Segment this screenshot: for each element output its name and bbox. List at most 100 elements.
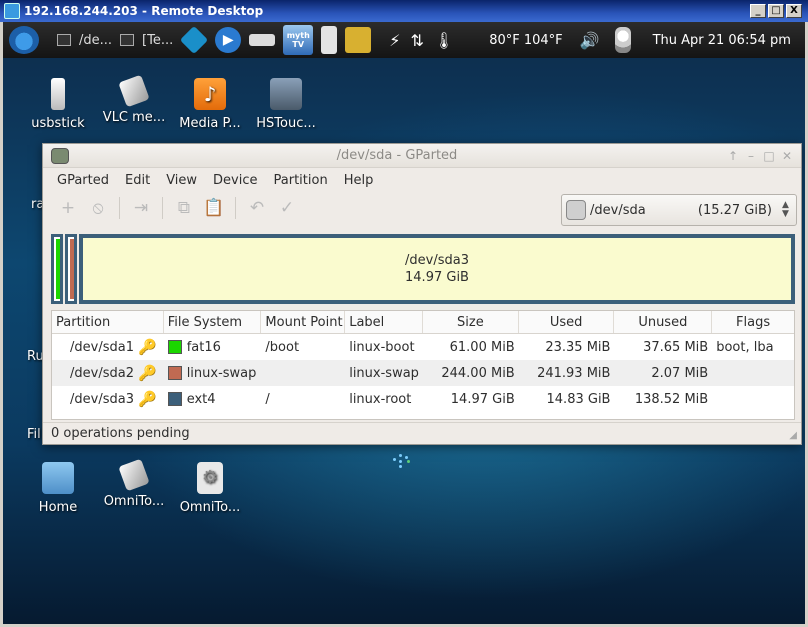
remote-icon[interactable] <box>249 34 276 46</box>
desktop-icon-vlc[interactable]: VLC me... <box>91 74 177 125</box>
desktop-icon-label: OmniTo... <box>179 500 241 515</box>
desktop-icon-usbstick[interactable]: usbstick <box>15 78 101 131</box>
table-row[interactable]: /dev/sda1 🔑 fat16 /boot linux-boot 61.00 … <box>52 334 794 360</box>
desktop[interactable]: /de... [Te... ▶ myth TV ⚡ ⇅ 🌡 80°F 104°F… <box>3 22 805 624</box>
table-row[interactable]: /dev/sda3 🔑 ext4 / linux-root 14.97 GiB 1… <box>52 386 794 412</box>
fs-color-swatch <box>167 340 182 354</box>
device-name: /dev/sda <box>590 202 646 218</box>
window-close-button[interactable]: ✕ <box>779 149 795 163</box>
desktop-icon-home[interactable]: Home <box>15 462 101 515</box>
toolbar-separator <box>235 197 236 219</box>
window-maximize-button[interactable]: □ <box>761 149 777 163</box>
filesystem: linux-swap <box>186 365 257 381</box>
map-partition-sda1[interactable] <box>51 234 63 304</box>
delete-partition-icon[interactable]: ⦸ <box>86 196 110 220</box>
column-header-mount-point[interactable]: Mount Point <box>261 311 346 333</box>
window-shade-button[interactable]: ↑ <box>725 149 741 163</box>
home-folder-icon <box>42 462 74 494</box>
clock[interactable]: Thu Apr 21 06:54 pm <box>653 33 791 48</box>
loading-spinner-icon <box>391 454 411 468</box>
map-partition-name: /dev/sda3 <box>405 253 469 268</box>
whisker-menu-icon[interactable] <box>9 26 39 54</box>
table-header: Partition File System Mount Point Label … <box>52 311 794 334</box>
partition-unused: 37.65 MiB <box>643 339 709 355</box>
network-arrows-icon: ⇅ <box>410 30 424 50</box>
ruler-icon[interactable] <box>321 26 338 54</box>
window-minimize-button[interactable]: – <box>743 149 759 163</box>
partition-unused: 138.52 MiB <box>634 391 709 407</box>
filesystem: fat16 <box>186 339 221 355</box>
mythtv-icon[interactable]: myth TV <box>283 25 314 55</box>
taskbar-item-terminal-2[interactable]: [Te... <box>116 26 177 54</box>
thermometer-icon: 🌡 <box>433 30 455 50</box>
partition-label: linux-root <box>349 391 412 407</box>
menu-gparted[interactable]: GParted <box>57 173 109 188</box>
rdp-title-bar[interactable]: 192.168.244.203 - Remote Desktop _ □ X <box>0 0 808 22</box>
taskbar-item-label: /de... <box>79 32 113 48</box>
apply-icon[interactable]: ✓ <box>275 196 299 220</box>
column-header-used[interactable]: Used <box>519 311 615 333</box>
kodi-icon[interactable] <box>180 25 209 55</box>
undo-icon[interactable]: ↶ <box>245 196 269 220</box>
column-header-label[interactable]: Label <box>345 311 423 333</box>
partition-name: /dev/sda1 <box>70 339 134 355</box>
settings-app-icon <box>270 78 302 110</box>
rdp-maximize-button[interactable]: □ <box>768 4 784 18</box>
disc-icon <box>118 458 150 492</box>
table-row[interactable]: /dev/sda2 🔑 linux-swap linux-swap 244.00 … <box>52 360 794 386</box>
column-header-unused[interactable]: Unused <box>614 311 713 333</box>
map-partition-sda3[interactable]: /dev/sda3 14.97 GiB <box>79 234 795 304</box>
partition-table: Partition File System Mount Point Label … <box>51 310 795 420</box>
rdp-minimize-button[interactable]: _ <box>750 4 766 18</box>
rdp-close-button[interactable]: X <box>786 4 802 18</box>
rdp-title: 192.168.244.203 - Remote Desktop <box>24 4 264 18</box>
gear-icon: ⚙ <box>197 462 223 494</box>
gparted-title-bar[interactable]: /dev/sda - GParted ↑ – □ ✕ <box>43 144 801 168</box>
speaker-icon[interactable]: 🔊 <box>580 31 600 50</box>
partition-name: /dev/sda2 <box>70 365 134 381</box>
paste-icon[interactable]: 📋 <box>202 196 226 220</box>
desktop-icon-omnitouch-1[interactable]: OmniTo... <box>91 458 177 509</box>
top-panel: /de... [Te... ▶ myth TV ⚡ ⇅ 🌡 80°F 104°F… <box>3 22 805 58</box>
map-partition-sda2[interactable] <box>65 234 77 304</box>
desktop-icon-label: OmniTo... <box>103 494 165 509</box>
partition-label: linux-boot <box>349 339 415 355</box>
disc-icon <box>118 74 150 108</box>
partition-label: linux-swap <box>349 365 419 381</box>
menu-view[interactable]: View <box>166 173 197 188</box>
desktop-icon-label: usbstick <box>31 116 85 131</box>
partition-used: 241.93 MiB <box>537 365 611 381</box>
menu-device[interactable]: Device <box>213 173 257 188</box>
column-header-size[interactable]: Size <box>423 311 519 333</box>
desktop-side-label[interactable]: Fil <box>27 427 41 442</box>
menu-edit[interactable]: Edit <box>125 173 150 188</box>
column-header-flags[interactable]: Flags <box>712 311 794 333</box>
yellow-app-icon[interactable] <box>345 27 372 53</box>
resize-move-icon[interactable]: ⇥ <box>129 196 153 220</box>
desktop-icon-label: HSTouc... <box>256 116 316 131</box>
toolbar-separator <box>119 197 120 219</box>
window-title: /dev/sda - GParted <box>336 148 458 163</box>
desktop-icon-omnitouch-2[interactable]: ⚙ OmniTo... <box>167 462 253 515</box>
column-header-filesystem[interactable]: File System <box>164 311 262 333</box>
partition-flags <box>712 360 794 386</box>
taskbar-item-label: [Te... <box>142 32 174 48</box>
mount-point: /boot <box>265 339 300 355</box>
desktop-icon-media-player[interactable]: ♪ Media P... <box>167 78 253 131</box>
partition-name: /dev/sda3 <box>70 391 134 407</box>
desktop-icon-hstouch[interactable]: HSTouc... <box>243 78 329 131</box>
menu-bar: GParted Edit View Device Partition Help <box>43 168 801 192</box>
menu-help[interactable]: Help <box>344 173 374 188</box>
desktop-icon-label: Home <box>38 500 78 515</box>
new-partition-icon[interactable]: + <box>56 196 80 220</box>
play-icon[interactable]: ▶ <box>215 27 242 53</box>
device-selector[interactable]: /dev/sda (15.27 GiB) ▲ ▼ <box>561 194 797 226</box>
partition-flags <box>712 386 794 412</box>
taskbar-item-terminal-1[interactable]: /de... <box>53 26 116 54</box>
copy-icon[interactable]: ⧉ <box>172 196 196 220</box>
lightbulb-icon[interactable] <box>614 27 631 53</box>
column-header-partition[interactable]: Partition <box>52 311 164 333</box>
device-size: (15.27 GiB) <box>697 202 772 218</box>
menu-partition[interactable]: Partition <box>274 173 328 188</box>
resize-grip-icon[interactable]: ◢ <box>789 430 797 441</box>
